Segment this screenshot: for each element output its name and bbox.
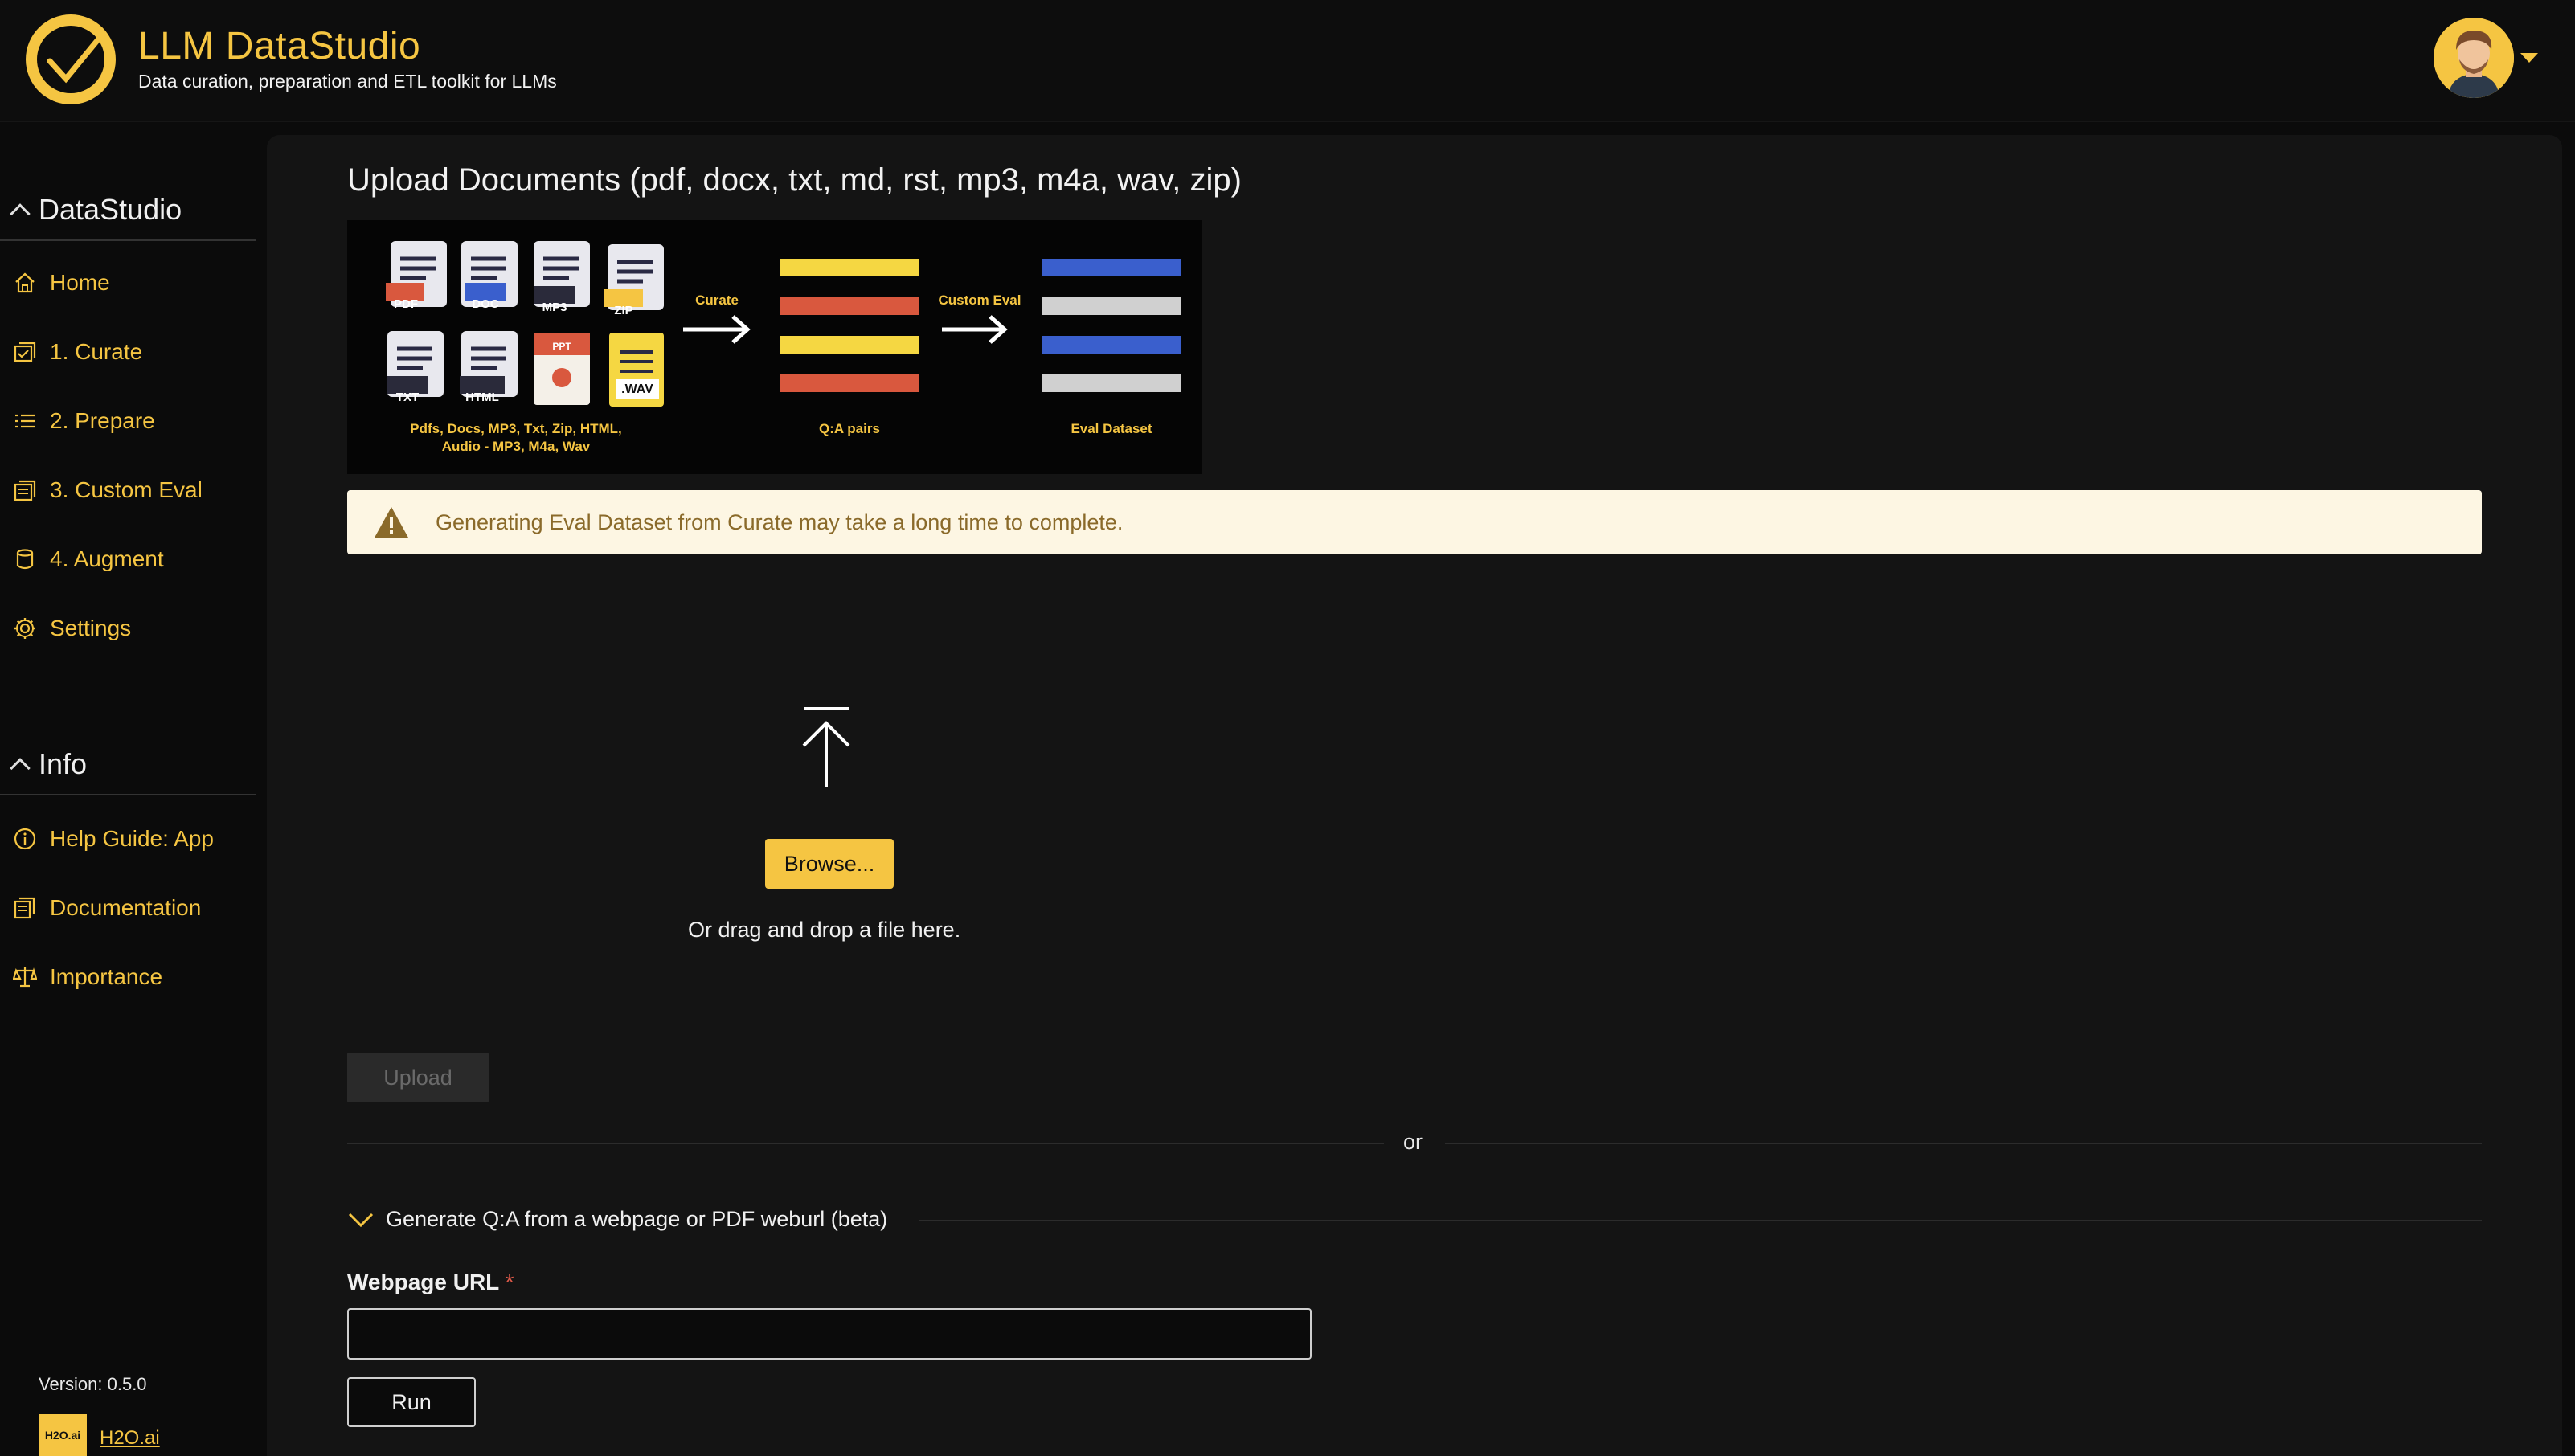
file-tag-ppt: PPT [552, 341, 571, 352]
section-title: Info [39, 747, 88, 780]
divider [347, 1143, 1384, 1144]
caption-sources-audio: Audio - MP3, M4a, Wav [441, 439, 591, 454]
browse-button[interactable]: Browse... [765, 839, 894, 889]
curate-icon [14, 342, 36, 362]
sidebar-item-label: 1. Curate [50, 339, 143, 364]
sidebar-item-label: 2. Prepare [50, 408, 155, 433]
chevron-down-icon [348, 1213, 374, 1227]
account-menu-caret-icon[interactable] [2520, 53, 2538, 63]
app-header: LLM DataStudio Data curation, preparatio… [0, 0, 2575, 122]
chevron-up-icon [10, 758, 31, 779]
eval-icon [14, 480, 36, 501]
warning-message-bar: Generating Eval Dataset from Curate may … [347, 490, 2482, 554]
list-icon [15, 414, 35, 428]
arrow-label-curate: Curate [695, 292, 739, 308]
sidebar-item-prepare[interactable]: 2. Prepare [13, 408, 155, 434]
sidebar-item-help-guide[interactable]: Help Guide: App [13, 826, 214, 852]
arrow-label-custom-eval: Custom Eval [938, 292, 1021, 308]
divider [919, 1220, 2482, 1221]
workflow-banner-image: PDF DOC MP3 ZIP TXT HTML PPT .WAV Curate… [347, 220, 1202, 474]
section-toggle-datastudio[interactable]: DataStudio [10, 193, 182, 227]
webpage-url-input[interactable] [347, 1308, 1312, 1360]
sidebar-item-custom-eval[interactable]: 3. Custom Eval [13, 477, 203, 503]
section-title: DataStudio [39, 193, 182, 226]
divider [0, 239, 256, 241]
section-toggle-info[interactable]: Info [10, 747, 88, 781]
sidebar-item-label: 3. Custom Eval [50, 477, 203, 502]
caption-eval-dataset: Eval Dataset [1071, 421, 1152, 436]
caption-sources: Pdfs, Docs, MP3, Txt, Zip, HTML, [410, 421, 622, 436]
warning-text: Generating Eval Dataset from Curate may … [436, 509, 1124, 534]
file-tag-txt: TXT [395, 391, 420, 404]
sidebar-item-label: 4. Augment [50, 546, 164, 571]
divider [1445, 1143, 2482, 1144]
file-tag-zip: ZIP [614, 304, 633, 317]
gear-icon [14, 618, 35, 639]
webpage-url-label: Webpage URL * [347, 1270, 514, 1295]
h2o-link[interactable]: H2O.ai [100, 1427, 160, 1450]
chevron-up-icon [10, 203, 31, 224]
file-tag-mp3: MP3 [542, 301, 567, 314]
caption-qa-pairs: Q:A pairs [819, 421, 880, 436]
database-icon [16, 549, 34, 570]
scale-icon [13, 967, 37, 988]
upload-icon [802, 707, 850, 787]
sidebar-item-documentation[interactable]: Documentation [13, 895, 201, 921]
info-icon [14, 828, 36, 850]
sidebar-item-label: Home [50, 270, 110, 295]
field-label-text: Webpage URL [347, 1270, 499, 1294]
file-tag-wav: .WAV [621, 382, 653, 396]
avatar-icon [2434, 18, 2514, 98]
sidebar-item-label: Help Guide: App [50, 826, 214, 851]
sidebar-item-home[interactable]: Home [13, 270, 110, 296]
page-title: Upload Documents (pdf, docx, txt, md, rs… [347, 162, 1242, 198]
sidebar-item-label: Documentation [50, 895, 202, 920]
sidebar-item-importance[interactable]: Importance [13, 964, 162, 990]
file-tag-pdf: PDF [394, 297, 418, 311]
app-title: LLM DataStudio [138, 25, 421, 67]
app-subtitle: Data curation, preparation and ETL toolk… [138, 71, 557, 92]
warning-icon [375, 507, 408, 538]
sidebar-item-settings[interactable]: Settings [13, 616, 131, 641]
or-separator: or [1403, 1130, 1423, 1154]
h2o-logo: H2O.ai [39, 1414, 87, 1456]
generate-toggle-label: Generate Q:A from a webpage or PDF webur… [386, 1207, 888, 1231]
file-tag-html: HTML [465, 391, 499, 404]
app-logo [26, 14, 116, 104]
sidebar-item-curate[interactable]: 1. Curate [13, 339, 142, 365]
user-avatar[interactable] [2434, 18, 2514, 98]
upload-button[interactable]: Upload [347, 1053, 489, 1102]
sidebar-item-label: Settings [50, 616, 132, 640]
run-button[interactable]: Run [347, 1377, 476, 1427]
sidebar-item-label: Importance [50, 964, 163, 989]
required-marker: * [505, 1270, 514, 1294]
sidebar: DataStudio Home 1. Curate 2. Prepare 3. … [0, 124, 256, 1456]
drag-drop-hint: Or drag and drop a file here. [688, 918, 961, 942]
divider [0, 794, 256, 795]
sidebar-item-augment[interactable]: 4. Augment [13, 546, 164, 572]
version-text: Version: 0.5.0 [39, 1374, 147, 1394]
document-icon [14, 897, 35, 919]
generate-from-url-toggle[interactable]: Generate Q:A from a webpage or PDF webur… [347, 1207, 887, 1232]
home-icon [15, 272, 35, 293]
file-tag-doc: DOC [472, 297, 499, 311]
